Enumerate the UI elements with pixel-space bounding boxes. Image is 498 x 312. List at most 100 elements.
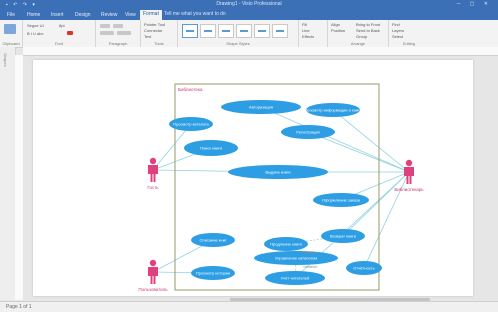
use-case-label: Оформление заказа xyxy=(322,197,361,202)
title-bar: ▪ ↶ ↷ ▾ Drawing1 - Visio Professional ─ … xyxy=(0,0,498,9)
actor-label: Гость xyxy=(147,185,159,190)
tell-me-search[interactable]: Tell me what you want to do xyxy=(164,11,226,17)
use-case[interactable]: Оформление заказа xyxy=(313,193,369,207)
tab-design[interactable]: Design xyxy=(72,11,94,19)
actor[interactable]: Гость xyxy=(147,157,159,190)
shapes-panel-collapsed[interactable]: Shapes xyxy=(0,47,16,300)
text-direction-icon[interactable] xyxy=(117,31,131,35)
use-case-label: Просмотр истории xyxy=(196,270,230,275)
window-controls[interactable]: ─ ▢ ✕ xyxy=(457,1,492,7)
tab-format[interactable]: Format xyxy=(140,10,162,20)
actor-body-icon xyxy=(148,165,158,182)
font-group-label: Font xyxy=(54,41,63,46)
use-case-label: Возврат книги xyxy=(330,233,356,238)
bring-to-front-button[interactable]: Bring to Front xyxy=(356,22,380,27)
actor-label: Библиотекарь xyxy=(394,187,424,192)
connector-tool-button[interactable]: Connector xyxy=(144,28,162,33)
system-boundary-title: Библиотека xyxy=(178,87,203,92)
use-case[interactable]: Возврат книги xyxy=(321,229,365,243)
effects-button[interactable]: Effects xyxy=(302,34,314,39)
paste-icon[interactable] xyxy=(4,24,16,34)
use-case[interactable]: Учёт читателей xyxy=(265,271,325,285)
paragraph-group-label: Paragraph xyxy=(108,41,128,46)
actor-body-icon xyxy=(148,267,158,284)
horizontal-ruler xyxy=(23,47,498,56)
use-case-label: Просмотр информации о книге xyxy=(304,107,362,112)
find-button[interactable]: Find xyxy=(392,22,400,27)
use-case[interactable]: Просмотр истории xyxy=(191,266,235,280)
status-bar: Page 1 of 1 xyxy=(0,301,498,312)
use-case[interactable]: Регистрация xyxy=(281,125,335,139)
shape-style-5[interactable] xyxy=(254,24,270,38)
arrange-group-label: Arrange xyxy=(350,41,366,46)
use-case[interactable]: Просмотр каталога xyxy=(169,117,213,131)
send-to-back-button[interactable]: Send to Back xyxy=(356,28,380,33)
indent-icon[interactable] xyxy=(100,31,114,35)
use-case[interactable]: Поиск книги xyxy=(184,140,238,156)
tab-review[interactable]: Review xyxy=(98,11,120,19)
shape-styles-group-label: Shape Styles xyxy=(226,41,250,46)
tab-file[interactable]: File xyxy=(4,11,18,19)
association-line[interactable] xyxy=(307,131,410,173)
group-button[interactable]: Group xyxy=(356,34,367,39)
use-case-label: Авторизация xyxy=(249,104,273,109)
font-size-select[interactable]: 8pt xyxy=(59,23,65,28)
page-indicator: Page 1 of 1 xyxy=(6,304,32,310)
use-case-label: Просмотр каталога xyxy=(173,121,209,126)
use-case-diagram: Библиотека Просмотр каталога Поиск книги А… xyxy=(138,83,424,292)
shape-style-4[interactable] xyxy=(236,24,252,38)
tools-group-label: Tools xyxy=(154,41,164,46)
align-button[interactable]: Align xyxy=(331,22,340,27)
pointer-tool-button[interactable]: Pointer Tool xyxy=(144,22,165,27)
actor-head-icon xyxy=(149,259,157,267)
actor-body-icon xyxy=(404,167,414,184)
use-case[interactable]: Выдача книги xyxy=(228,165,328,179)
use-case-label: Поиск книги xyxy=(200,145,222,150)
bold-italic-buttons[interactable]: B I U abc xyxy=(27,31,43,36)
use-case-label: Регистрация xyxy=(296,129,319,134)
use-case-label: Списание книг xyxy=(200,237,227,242)
align-icon[interactable] xyxy=(100,24,110,28)
text-tool-button[interactable]: Text xyxy=(144,34,151,39)
use-case[interactable]: Управление каталогом xyxy=(254,251,338,265)
use-case[interactable]: Продление книги xyxy=(264,237,308,251)
shape-styles-group: Shape Styles xyxy=(178,20,299,47)
font-group: Segoe UI 8pt B I U abc Font xyxy=(23,20,96,47)
use-case[interactable]: Списание книг xyxy=(191,233,235,247)
editing-group-label: Editing xyxy=(402,41,416,46)
use-case[interactable]: Просмотр информации о книге xyxy=(304,103,363,117)
use-case-label: Управление каталогом xyxy=(275,255,318,260)
shape-style-3[interactable] xyxy=(218,24,234,38)
tab-home[interactable]: Home xyxy=(24,11,43,19)
shape-style-2[interactable] xyxy=(200,24,216,38)
ribbon: Clipboard Segoe UI 8pt B I U abc Font Pa… xyxy=(0,20,498,48)
layers-button[interactable]: Layers xyxy=(392,28,404,33)
actor-head-icon xyxy=(405,159,413,167)
font-name-select[interactable]: Segoe UI xyxy=(27,23,44,28)
paragraph-group: Paragraph xyxy=(96,20,141,47)
include-label: «include» xyxy=(303,251,318,255)
use-case[interactable]: Отчётность xyxy=(346,261,382,275)
clipboard-group-label: Clipboard xyxy=(2,41,20,46)
shape-style-1[interactable] xyxy=(182,24,198,38)
actor[interactable]: Пользователь xyxy=(138,259,168,292)
ribbon-tabs: File Home Insert Design Review View Form… xyxy=(0,9,498,20)
bullets-icon[interactable] xyxy=(113,24,123,28)
drawing-page[interactable]: Библиотека Просмотр каталога Поиск книги А… xyxy=(33,60,473,296)
association-line[interactable] xyxy=(332,109,410,173)
tab-view[interactable]: View xyxy=(122,11,139,19)
select-button[interactable]: Select xyxy=(392,34,403,39)
shapes-panel-caption: Shapes xyxy=(3,53,8,67)
position-button[interactable]: Position xyxy=(331,28,345,33)
fill-button[interactable]: Fill xyxy=(302,22,307,27)
shape-style-6[interactable] xyxy=(272,24,288,38)
use-case-label: Отчётность xyxy=(353,265,374,270)
use-case[interactable]: Авторизация xyxy=(221,100,301,114)
tools-group: Pointer Tool Connector Text Tools xyxy=(141,20,178,47)
drawing-canvas[interactable]: Библиотека Просмотр каталога Поиск книги А… xyxy=(23,56,498,300)
tab-insert[interactable]: Insert xyxy=(48,11,67,19)
use-case-label: Продление книги xyxy=(270,241,302,246)
line-button[interactable]: Line xyxy=(302,28,310,33)
editing-group: Find Layers Select Editing xyxy=(389,20,429,47)
font-color-icon[interactable] xyxy=(67,31,73,35)
